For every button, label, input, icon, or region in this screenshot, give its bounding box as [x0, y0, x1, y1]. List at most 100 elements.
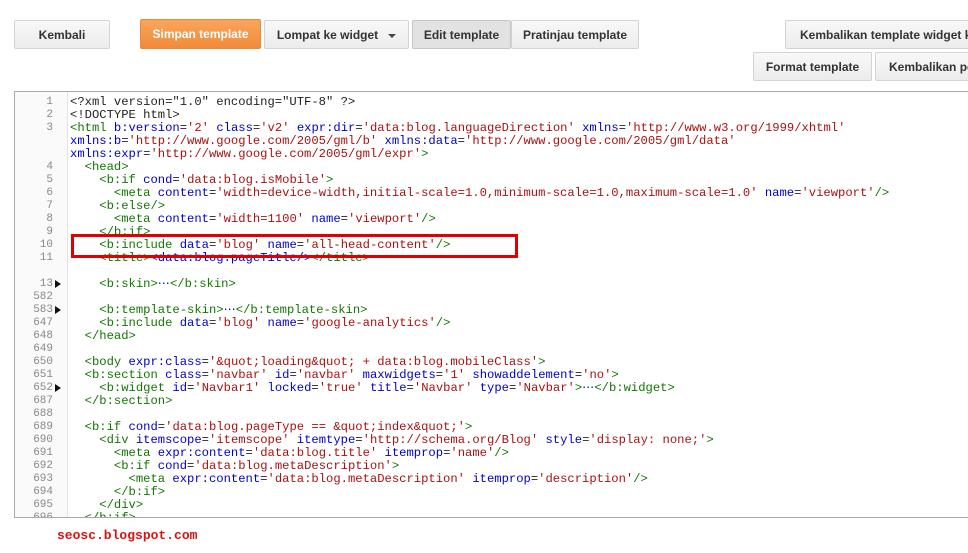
code-token: </head> — [84, 329, 136, 343]
code-token: = — [201, 368, 209, 382]
code-token: = — [406, 381, 414, 395]
code-token: id — [274, 368, 290, 382]
code-token: name — [267, 316, 297, 330]
code-token: 'name' — [450, 446, 495, 460]
code-token: 'viewport' — [348, 212, 422, 226]
line-number: 694 — [33, 486, 53, 498]
code-token: <!DOCTYPE html> — [70, 108, 180, 122]
code-token: content — [157, 186, 209, 200]
code-token: <b:if — [99, 173, 144, 187]
code-token: ⋯ — [223, 303, 236, 317]
format-template-button[interactable]: Format template — [753, 52, 872, 81]
code-token: </b:section> — [84, 394, 173, 408]
code-token: <html — [70, 121, 114, 135]
back-button[interactable]: Kembali — [14, 20, 110, 49]
code-token: <body — [84, 355, 129, 369]
line-number: 3 — [46, 122, 53, 134]
code-token: cond — [128, 420, 158, 434]
fold-arrow-icon[interactable] — [55, 384, 61, 392]
code-token: 'no' — [582, 368, 612, 382]
code-token: expr:dir — [296, 121, 356, 135]
code-token: = — [260, 472, 268, 486]
code-token: maxwidgets — [362, 368, 436, 382]
code-token: '1' — [443, 368, 466, 382]
edit-template-tab[interactable]: Edit template — [412, 20, 511, 49]
code-token: xmlns:b — [70, 134, 122, 148]
code-token: /> — [435, 316, 451, 330]
code-token: /> — [874, 186, 890, 200]
code-token: 'Navbar' — [516, 381, 575, 395]
revert-template-button[interactable]: Kembalikan pe — [875, 52, 968, 81]
code-token: 'google-analytics' — [304, 316, 436, 330]
code-token: = — [179, 121, 188, 135]
fold-arrow-icon[interactable] — [55, 280, 61, 288]
code-token: content — [157, 212, 209, 226]
code-token: <b:skin> — [99, 277, 158, 291]
code-token: 'http://www.google.com/2005/gml/b' — [128, 134, 378, 148]
code-token: = — [355, 121, 363, 135]
revert-widget-templates-button[interactable]: Kembalikan template widget ke — [785, 20, 968, 49]
line-number: 651 — [33, 369, 53, 381]
code-token: </b:if> — [84, 511, 136, 518]
line-number: 5 — [46, 174, 53, 186]
chevron-down-icon — [388, 33, 397, 38]
code-token: '2' — [187, 121, 209, 135]
code-token: <b:if — [113, 459, 158, 473]
code-line: <meta content='width=device-width,initia… — [70, 187, 889, 200]
code-token: 'navbar' — [209, 368, 268, 382]
line-number: 688 — [33, 408, 53, 420]
code-token: = — [121, 134, 129, 148]
code-token: 'description' — [538, 472, 634, 486]
line-number: 582 — [33, 291, 53, 303]
jump-to-widget-dropdown[interactable]: Lompat ke widget — [264, 20, 409, 49]
code-token: title — [369, 381, 407, 395]
jump-to-widget-label: Lompat ke widget — [276, 27, 379, 42]
code-token: 'http://www.google.com/2005/gml/data' — [465, 134, 736, 148]
code-token: 'v2' — [260, 121, 290, 135]
line-number: 649 — [33, 343, 53, 355]
fold-arrow-icon[interactable] — [55, 306, 61, 314]
line-number: 695 — [33, 499, 53, 511]
line-number: 693 — [33, 473, 53, 485]
code-token: = — [172, 173, 180, 187]
code-line: </head> — [70, 330, 136, 343]
code-token: /> — [494, 446, 509, 460]
code-token: = — [618, 121, 627, 135]
code-token: > — [391, 459, 400, 473]
code-token: 'data:blog.metaDescription' — [267, 472, 465, 486]
code-editor[interactable]: 1 <?xml version="1.0" encoding="UTF-8" ?>… — [14, 91, 968, 518]
code-token: itemprop — [472, 472, 531, 486]
code-token: = — [457, 134, 465, 148]
code-token: <meta — [113, 446, 158, 460]
code-token: name — [764, 186, 795, 200]
code-token: 'true' — [318, 381, 363, 395]
code-token: cond — [157, 459, 188, 473]
code-token: = — [201, 355, 209, 369]
save-template-button[interactable]: Simpan template — [140, 19, 261, 49]
code-token: 'http://schema.org/Blog' — [362, 433, 539, 447]
code-token: type — [479, 381, 509, 395]
line-number: 648 — [33, 330, 53, 342]
code-token: = — [355, 433, 363, 447]
line-number: 652 — [33, 382, 53, 394]
line-number: 9 — [46, 226, 53, 238]
preview-template-tab[interactable]: Pratinjau template — [511, 20, 639, 49]
code-token: name — [311, 212, 341, 226]
code-token: = — [201, 433, 209, 447]
